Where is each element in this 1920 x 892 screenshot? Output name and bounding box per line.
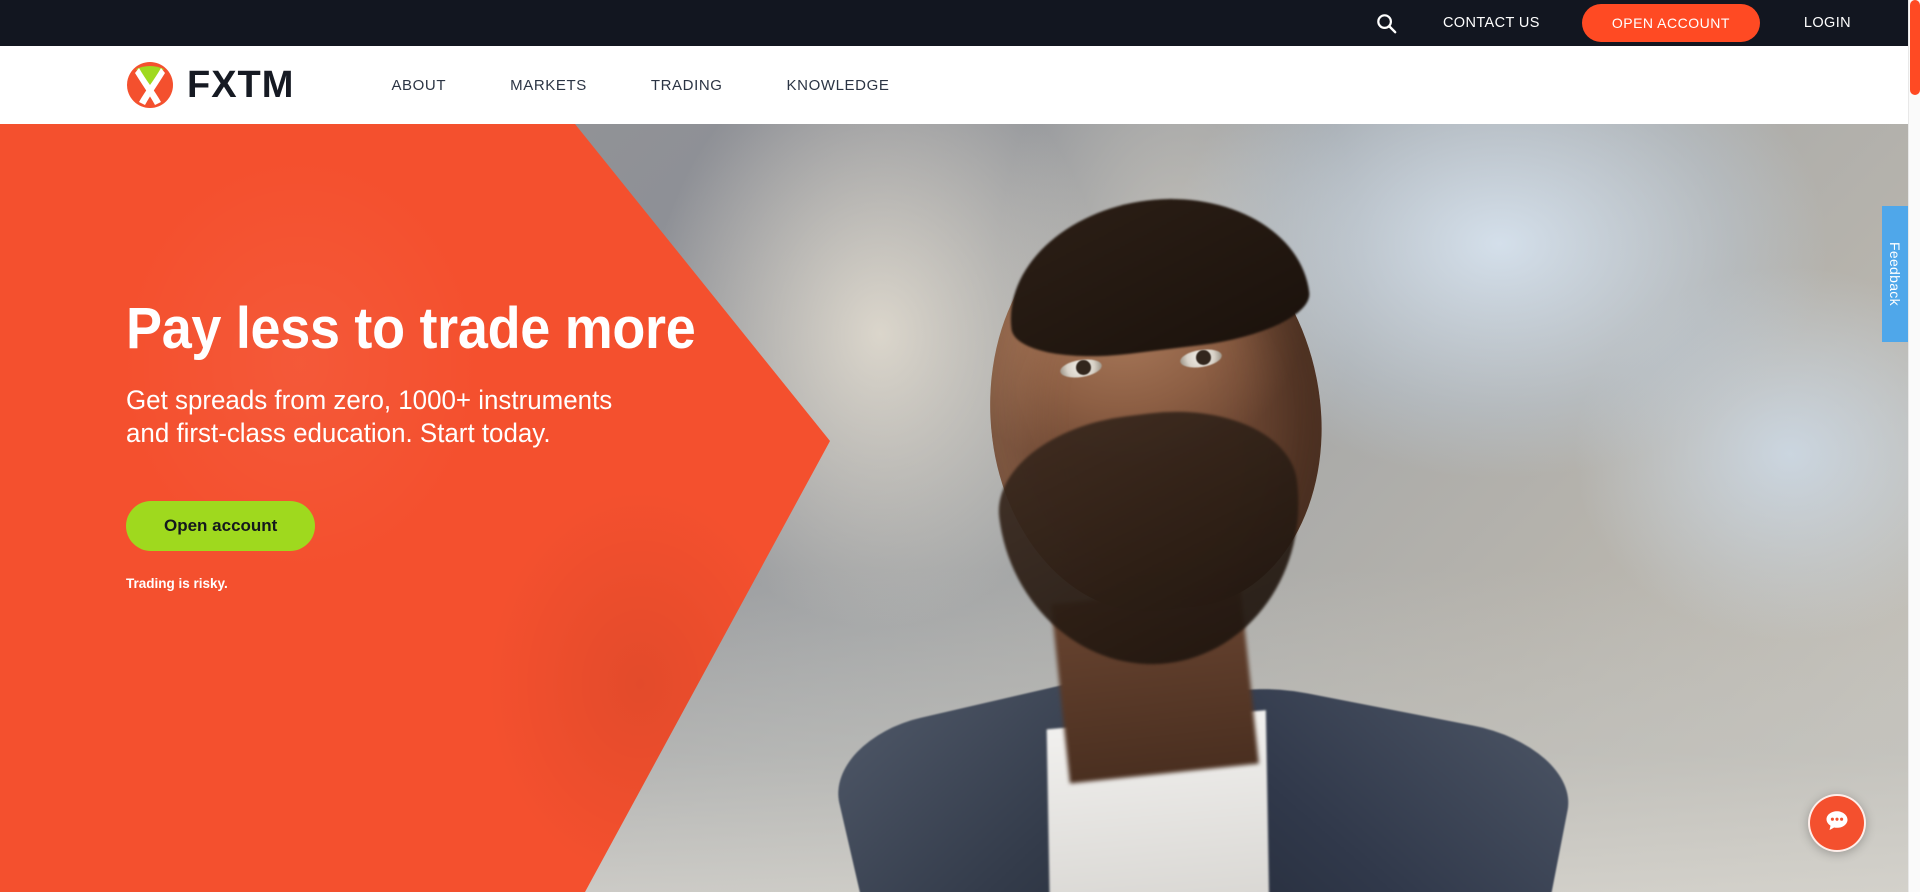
page-root: CONTACT US OPEN ACCOUNT LOGIN FXTM ABOUT… [0,0,1908,892]
hero-title: Pay less to trade more [126,296,696,361]
hero-portrait-subject [760,164,1660,892]
hero-subtitle-line-2: and first-class education. Start today. [126,418,551,449]
hero-banner: Pay less to trade more Get spreads from … [0,124,1908,892]
top-utility-bar: CONTACT US OPEN ACCOUNT LOGIN [0,0,1908,46]
risk-disclaimer: Trading is risky. [126,575,228,591]
chat-bubble-icon [1822,806,1852,841]
hero-subtitle: Get spreads from zero, 1000+ instruments… [126,384,625,451]
scrollbar-thumb[interactable] [1910,0,1920,95]
search-button[interactable] [1367,3,1407,43]
login-link[interactable]: LOGIN [1804,15,1851,31]
fxtm-logo-mark-icon [126,61,174,109]
feedback-tab[interactable]: Feedback [1882,206,1908,342]
open-account-button-hero[interactable]: Open account [126,500,316,551]
subject-pupil-left [1076,360,1091,375]
search-icon [1376,13,1397,34]
site-header: FXTM ABOUT MARKETS TRADING KNOWLEDGE [0,46,1908,124]
top-utility-bar-items: CONTACT US OPEN ACCOUNT LOGIN [1367,3,1908,43]
fxtm-logo-text: FXTM [187,64,295,106]
chat-button[interactable] [1808,794,1866,852]
open-account-button-top[interactable]: OPEN ACCOUNT [1581,4,1760,42]
feedback-tab-label: Feedback [1887,242,1903,306]
nav-item-about[interactable]: ABOUT [359,77,478,94]
nav-item-knowledge[interactable]: KNOWLEDGE [755,77,922,94]
nav-item-markets[interactable]: MARKETS [478,77,619,94]
fxtm-logo[interactable]: FXTM [126,61,294,109]
hero-subtitle-line-1: Get spreads from zero, 1000+ instruments [126,385,613,415]
page-scrollbar[interactable] [1908,0,1920,892]
main-navigation: ABOUT MARKETS TRADING KNOWLEDGE [359,77,921,94]
subject-pupil-right [1196,350,1211,365]
contact-us-link[interactable]: CONTACT US [1443,15,1540,31]
hero-content: Pay less to trade more Get spreads from … [126,300,786,591]
nav-item-trading[interactable]: TRADING [619,77,755,94]
